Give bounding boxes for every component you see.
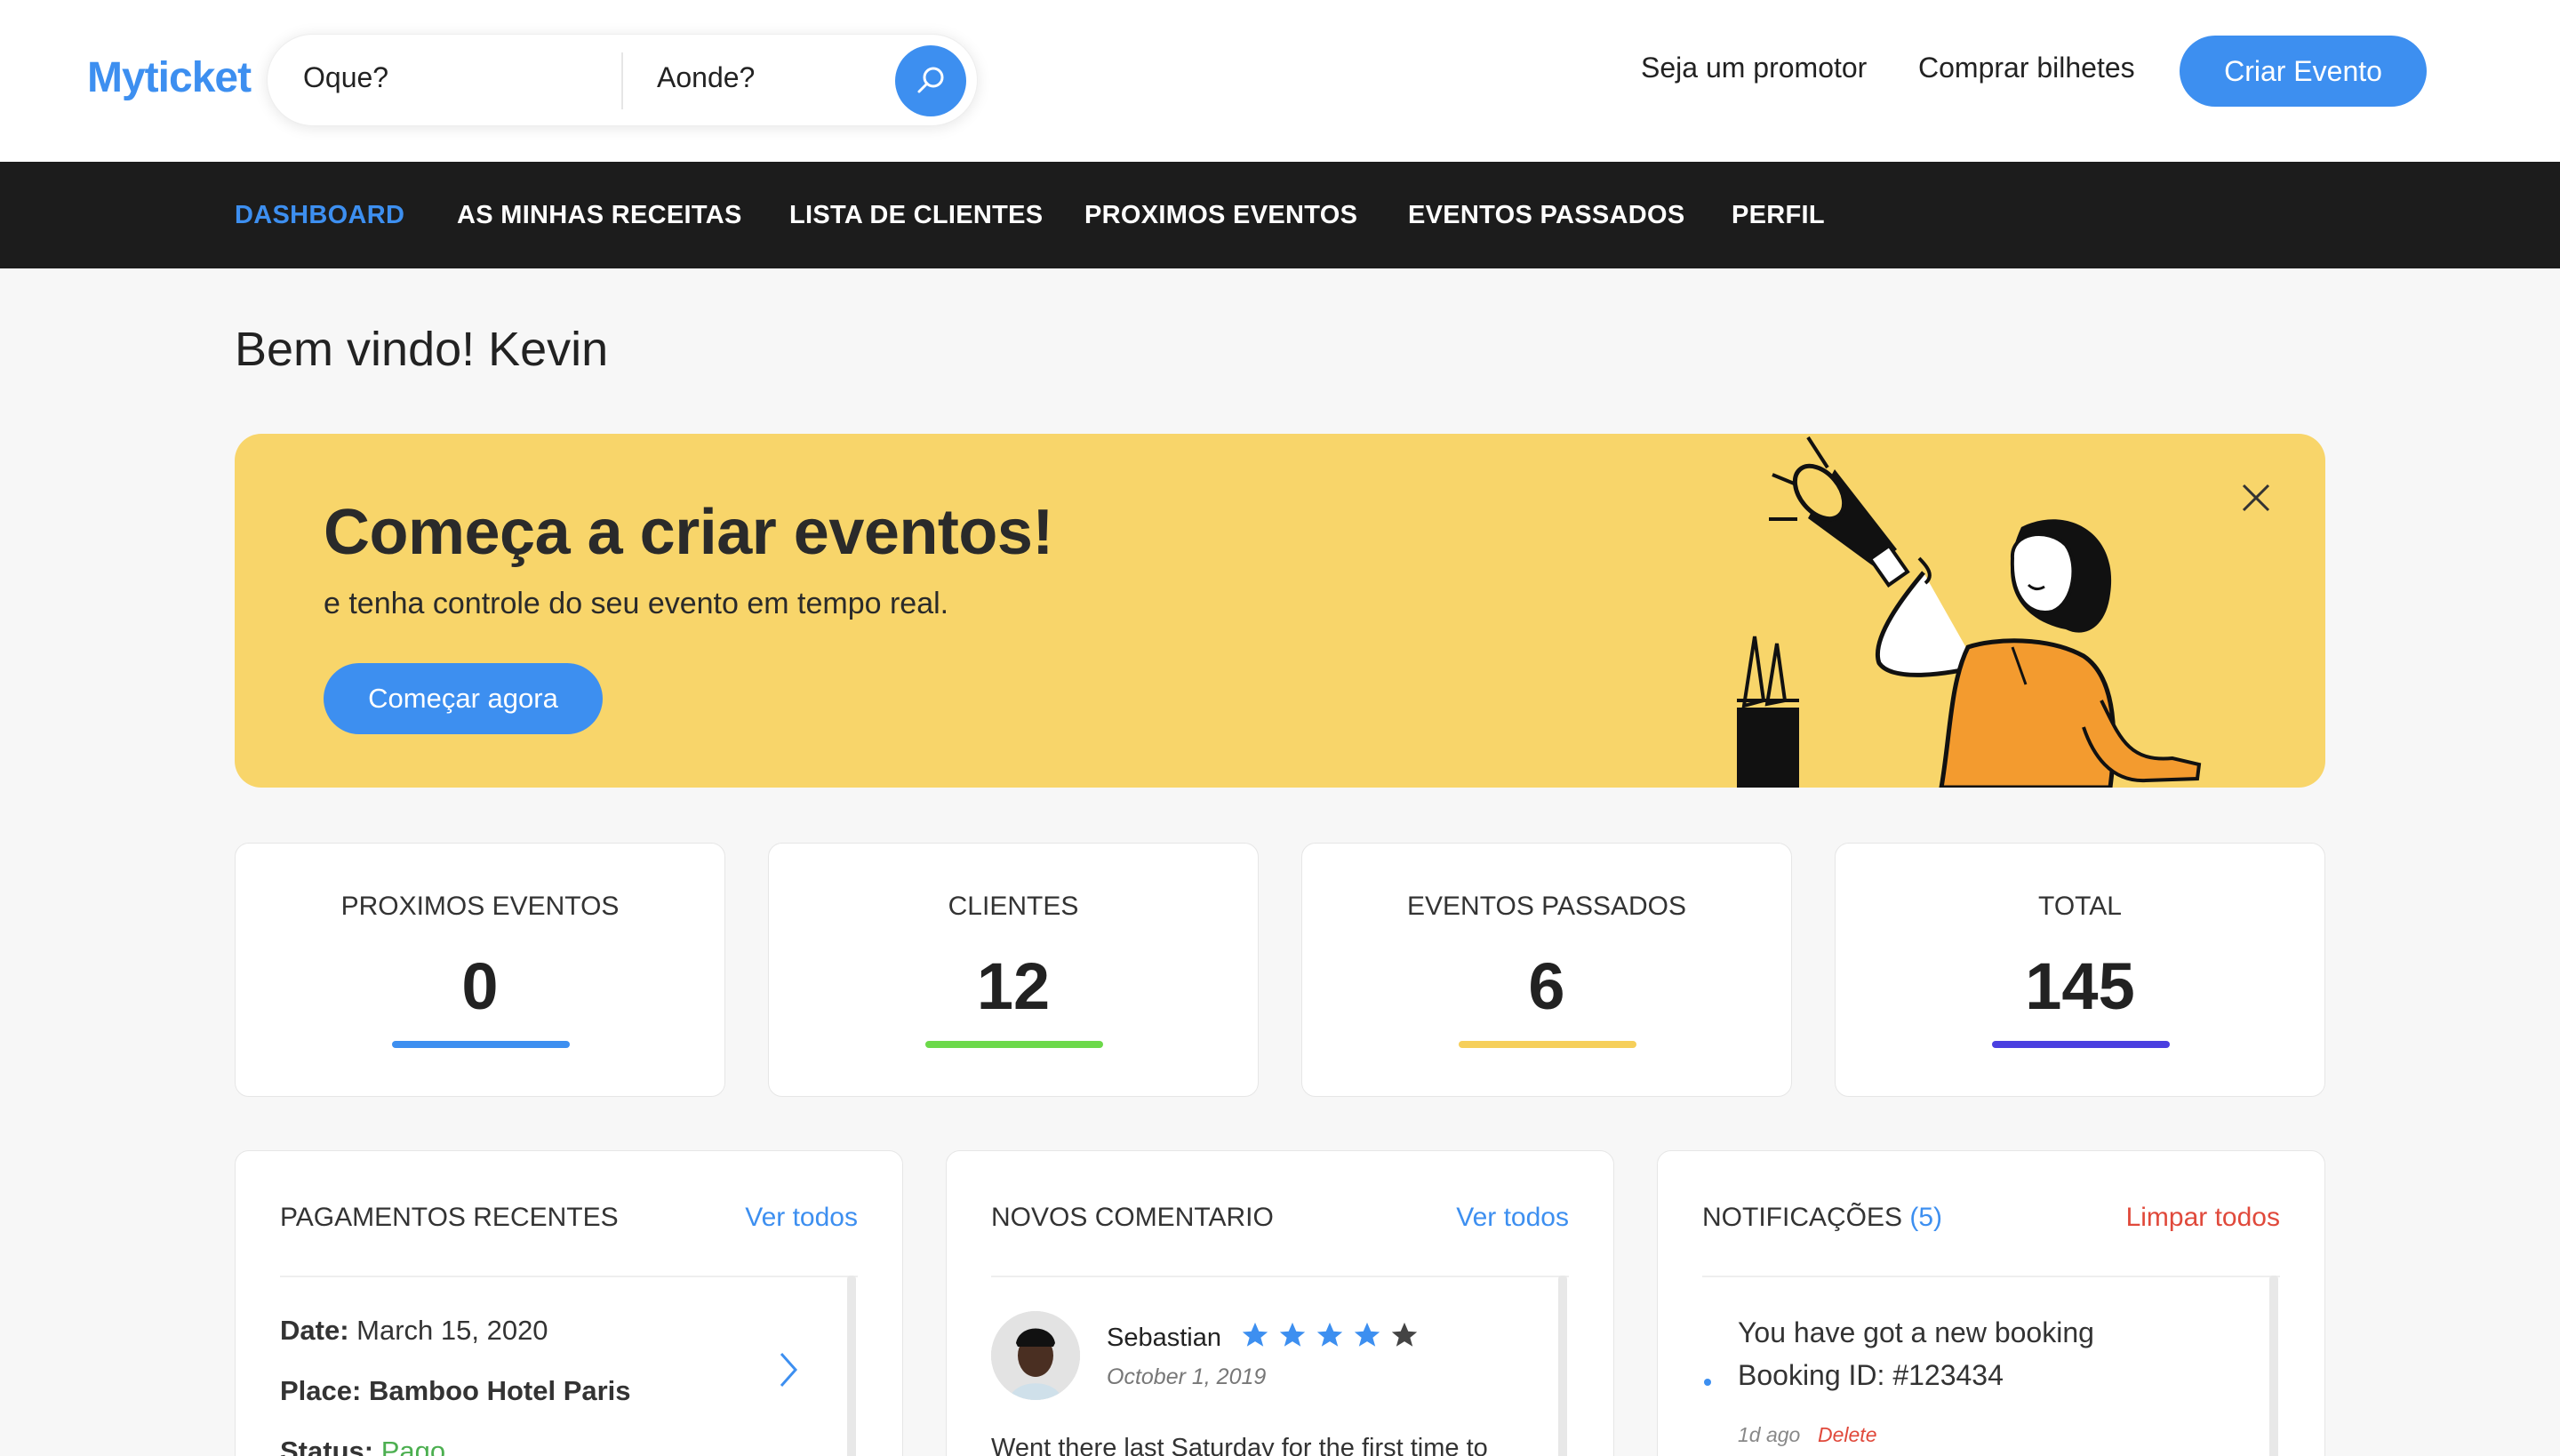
divider: [280, 1276, 858, 1277]
stat-accent-bar: [392, 1041, 570, 1048]
scrollbar[interactable]: [1558, 1276, 1567, 1456]
date-label: Date:: [280, 1315, 349, 1346]
stat-card-clients: CLIENTES 12: [768, 843, 1259, 1097]
divider: [1702, 1276, 2280, 1277]
stat-accent-bar: [1459, 1041, 1636, 1048]
close-icon[interactable]: [2236, 478, 2276, 517]
nav-past-events[interactable]: EVENTOS PASSADOS: [1408, 201, 1685, 230]
stat-card-total: TOTAL 145: [1835, 843, 2325, 1097]
start-now-button[interactable]: Começar agora: [324, 663, 603, 734]
unread-dot: [1704, 1379, 1711, 1386]
status-value: Pago: [380, 1436, 446, 1456]
create-event-button[interactable]: Criar Evento: [2180, 36, 2427, 107]
promoter-link[interactable]: Seja um promotor: [1641, 52, 1867, 84]
nav-dashboard[interactable]: DASHBOARD: [235, 201, 404, 230]
delete-notification-link[interactable]: Delete: [1818, 1423, 1876, 1447]
chevron-right-icon[interactable]: [776, 1350, 801, 1389]
comment-date: October 1, 2019: [1107, 1364, 1267, 1389]
where-input[interactable]: Aonde?: [657, 61, 755, 94]
payment-date: Date: March 15, 2020: [280, 1315, 548, 1347]
scrollbar[interactable]: [2269, 1276, 2278, 1456]
panel-title: NOVOS COMENTARIO: [991, 1203, 1274, 1232]
stat-value: 6: [1528, 949, 1565, 1023]
star-rating: [1240, 1320, 1420, 1350]
notification-time: 1d ago: [1738, 1423, 1801, 1446]
notifications-panel: NOTIFICAÇÕES (5) Limpar todos You have g…: [1657, 1150, 2325, 1456]
stat-label: CLIENTES: [948, 892, 1079, 921]
search-divider: [621, 52, 623, 109]
stat-value: 0: [461, 949, 499, 1023]
nav-upcoming-events[interactable]: PROXIMOS EVENTOS: [1084, 201, 1357, 230]
stat-label: TOTAL: [2038, 892, 2122, 921]
divider: [991, 1276, 1569, 1277]
payment-status: Status: Pago: [280, 1436, 445, 1456]
stat-card-past: EVENTOS PASSADOS 6: [1301, 843, 1792, 1097]
stat-card-upcoming: PROXIMOS EVENTOS 0: [235, 843, 725, 1097]
view-all-payments-link[interactable]: Ver todos: [745, 1203, 858, 1233]
star-icon: [1354, 1322, 1380, 1347]
nav-my-revenue[interactable]: AS MINHAS RECEITAS: [457, 201, 742, 230]
scrollbar[interactable]: [847, 1276, 856, 1456]
panel-title: PAGAMENTOS RECENTES: [280, 1203, 619, 1232]
page-title: Bem vindo! Kevin: [235, 323, 609, 376]
notifications-count: (5): [1909, 1203, 1943, 1232]
banner-title: Começa a criar eventos!: [324, 497, 1053, 568]
megaphone-woman-illustration: [1737, 436, 2202, 788]
commenter-name: Sebastian: [1107, 1324, 1221, 1352]
buy-tickets-link[interactable]: Comprar bilhetes: [1918, 52, 2135, 84]
main-nav: DASHBOARD AS MINHAS RECEITAS LISTA DE CL…: [0, 162, 2560, 268]
nav-profile[interactable]: PERFIL: [1732, 201, 1825, 230]
search-button[interactable]: [895, 45, 966, 116]
logo[interactable]: Myticket: [87, 53, 252, 102]
comment-text: Went there last Saturday for the first t…: [991, 1434, 1488, 1456]
notification-line-2: Booking ID: #123434: [1738, 1359, 2004, 1391]
payment-place: Place: Bamboo Hotel Paris: [280, 1375, 631, 1407]
promo-banner: Começa a criar eventos! e tenha controle…: [235, 434, 2325, 788]
recent-payments-panel: PAGAMENTOS RECENTES Ver todos Date: Marc…: [235, 1150, 903, 1456]
star-icon: [1279, 1322, 1306, 1347]
stat-value: 12: [976, 949, 1051, 1023]
star-icon: [1391, 1322, 1418, 1347]
search-icon: [917, 67, 944, 93]
clear-all-link[interactable]: Limpar todos: [2126, 1203, 2280, 1233]
star-icon: [1316, 1322, 1343, 1347]
header: Myticket Oque? Aonde? Seja um promotor C…: [0, 0, 2560, 162]
place-value: Bamboo Hotel Paris: [368, 1375, 631, 1406]
what-input[interactable]: Oque?: [303, 61, 388, 94]
place-label: Place:: [280, 1375, 362, 1406]
star-icon: [1242, 1322, 1268, 1347]
search-bar: Oque? Aonde?: [267, 34, 978, 126]
status-label: Status:: [280, 1436, 374, 1456]
banner-subtitle: e tenha controle do seu evento em tempo …: [324, 587, 949, 620]
avatar: [991, 1311, 1080, 1400]
stat-accent-bar: [1992, 1041, 2170, 1048]
view-all-comments-link[interactable]: Ver todos: [1456, 1203, 1569, 1233]
nav-client-list[interactable]: LISTA DE CLIENTES: [789, 201, 1043, 230]
stat-value: 145: [2025, 949, 2135, 1023]
notification-line-1: You have got a new booking: [1738, 1316, 2094, 1348]
panel-title: NOTIFICAÇÕES (5): [1702, 1203, 1942, 1233]
date-value: March 15, 2020: [356, 1315, 548, 1346]
stat-label: PROXIMOS EVENTOS: [340, 892, 620, 921]
stat-label: EVENTOS PASSADOS: [1407, 892, 1686, 921]
stat-accent-bar: [925, 1041, 1103, 1048]
new-comments-panel: NOVOS COMENTARIO Ver todos Sebastian Oct…: [946, 1150, 1614, 1456]
notifications-title: NOTIFICAÇÕES: [1702, 1203, 1903, 1232]
